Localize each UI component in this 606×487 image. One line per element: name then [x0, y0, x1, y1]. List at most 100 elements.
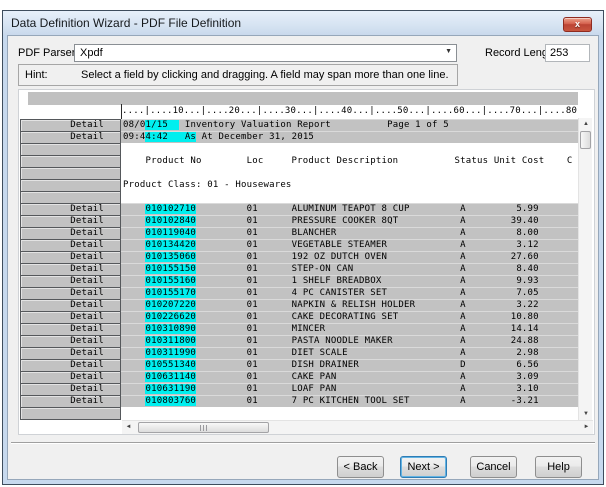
selected-field-highlight: 010551340: [145, 360, 196, 370]
triangle-up-icon: ▲: [583, 121, 589, 127]
grid-row[interactable]: Product No Loc Product Description Statu…: [20, 155, 593, 167]
row-text[interactable]: [121, 191, 579, 203]
horizontal-scrollbar[interactable]: ◄ ►: [122, 420, 593, 434]
record-length-input[interactable]: 253: [545, 44, 590, 62]
grid-row[interactable]: [20, 407, 593, 419]
grid-row[interactable]: Detail 010311990 01 DIET SCALE A 2.98: [20, 347, 593, 359]
row-text[interactable]: 010551340 01 DISH DRAINER D 6.56: [121, 359, 579, 371]
scroll-left-button[interactable]: ◄: [122, 421, 135, 434]
grid-row[interactable]: Product Class: 01 - Housewares: [20, 179, 593, 191]
horizontal-scrollbar-thumb[interactable]: [138, 422, 269, 433]
triangle-down-icon: ▼: [583, 411, 589, 417]
row-text[interactable]: 010119040 01 BLANCHER A 8.00: [121, 227, 579, 239]
row-text[interactable]: 010311800 01 PASTA NOODLE MAKER A 24.88: [121, 335, 579, 347]
grid-row[interactable]: Detail 010226620 01 CAKE DECORATING SET …: [20, 311, 593, 323]
grid-row[interactable]: Detail 010102710 01 ALUMINUM TEAPOT 8 CU…: [20, 203, 593, 215]
selected-field-highlight: 010102840: [145, 216, 196, 226]
grid-row[interactable]: Detail 010155170 01 4 PC CANISTER SET A …: [20, 287, 593, 299]
row-text[interactable]: 010311990 01 DIET SCALE A 2.98: [121, 347, 579, 359]
grid-row[interactable]: Detail 010134420 01 VEGETABLE STEAMER A …: [20, 239, 593, 251]
scroll-up-button[interactable]: ▲: [579, 118, 593, 130]
grid-rows: Detail08/01/15 Inventory Valuation Repor…: [20, 119, 593, 419]
row-text[interactable]: 010102710 01 ALUMINUM TEAPOT 8 CUP A 5.9…: [121, 203, 579, 215]
vertical-scrollbar-thumb[interactable]: [580, 131, 591, 149]
row-text[interactable]: 08/01/15 Inventory Valuation Report Page…: [121, 119, 579, 131]
row-text[interactable]: 010631140 01 CAKE PAN A 3.09: [121, 371, 579, 383]
pdf-parser-value: Xpdf: [80, 47, 103, 59]
selected-field-highlight: 010155160: [145, 276, 196, 286]
scroll-right-button[interactable]: ►: [580, 421, 593, 434]
grid-row[interactable]: [20, 191, 593, 203]
vertical-scrollbar[interactable]: ▲ ▼: [578, 118, 592, 420]
selected-field-highlight: 010135060: [145, 252, 196, 262]
next-button[interactable]: Next >: [400, 456, 447, 478]
grid-row[interactable]: Detail 010155160 01 1 SHELF BREADBOX A 9…: [20, 275, 593, 287]
row-text[interactable]: 010134420 01 VEGETABLE STEAMER A 3.12: [121, 239, 579, 251]
selected-field-highlight: 010102710: [145, 204, 196, 214]
pdf-parser-select[interactable]: Xpdf ▼: [74, 44, 457, 62]
selected-field-highlight: 010155170: [145, 288, 196, 298]
hint-box: Hint: Select a field by clicking and dra…: [18, 64, 458, 86]
scroll-down-button[interactable]: ▼: [579, 408, 593, 420]
row-text[interactable]: 010631190 01 LOAF PAN A 3.10: [121, 383, 579, 395]
row-text[interactable]: [121, 407, 579, 419]
row-text[interactable]: 010155170 01 4 PC CANISTER SET A 7.05: [121, 287, 579, 299]
selected-field-highlight: 1/15: [145, 120, 179, 130]
row-text[interactable]: 010226620 01 CAKE DECORATING SET A 10.80: [121, 311, 579, 323]
grid-row[interactable]: Detail 010135060 01 192 OZ DUTCH OVEN A …: [20, 251, 593, 263]
grid-row[interactable]: Detail 010119040 01 BLANCHER A 8.00: [20, 227, 593, 239]
dialog-client-area: PDF Parser Xpdf ▼ Record Length 253 Hint…: [7, 35, 599, 480]
row-label[interactable]: [20, 407, 121, 420]
close-button[interactable]: x: [563, 17, 592, 32]
row-text[interactable]: 010135060 01 192 OZ DUTCH OVEN A 27.60: [121, 251, 579, 263]
column-ruler: ....|....10...|....20...|....30...|....4…: [122, 105, 578, 118]
divider: [11, 442, 595, 444]
selected-field-highlight: 010155150: [145, 264, 196, 274]
selected-field-highlight: 010631140: [145, 372, 196, 382]
grid-row[interactable]: Detail09:44:42 As At December 31, 2015: [20, 131, 593, 143]
selected-field-highlight: 010134420: [145, 240, 196, 250]
row-text[interactable]: [121, 167, 579, 179]
grid-row[interactable]: [20, 167, 593, 179]
help-button[interactable]: Help: [535, 456, 582, 478]
row-text[interactable]: 010155150 01 STEP-ON CAN A 8.40: [121, 263, 579, 275]
row-text[interactable]: 010310890 01 MINCER A 14.14: [121, 323, 579, 335]
chevron-down-icon: ▼: [445, 48, 452, 55]
row-text[interactable]: [121, 143, 579, 155]
row-text[interactable]: 010803760 01 7 PC KITCHEN TOOL SET A -3.…: [121, 395, 579, 407]
window-title: Data Definition Wizard - PDF File Defini…: [11, 16, 241, 30]
grid-row[interactable]: Detail08/01/15 Inventory Valuation Repor…: [20, 119, 593, 131]
triangle-left-icon: ◄: [126, 424, 132, 430]
back-button[interactable]: < Back: [337, 456, 384, 478]
row-text[interactable]: 09:44:42 As At December 31, 2015: [121, 131, 579, 143]
triangle-right-icon: ►: [584, 424, 590, 430]
grid-row[interactable]: Detail 010207220 01 NAPKIN & RELISH HOLD…: [20, 299, 593, 311]
hint-label: Hint:: [25, 69, 48, 81]
grid-row[interactable]: Detail 010551340 01 DISH DRAINER D 6.56: [20, 359, 593, 371]
dialog-window: Data Definition Wizard - PDF File Defini…: [2, 10, 604, 485]
cancel-button[interactable]: Cancel: [470, 456, 517, 478]
pdf-preview-grid[interactable]: ....|....10...|....20...|....30...|....4…: [18, 89, 595, 435]
row-text[interactable]: 010102840 01 PRESSURE COOKER 8QT A 39.40: [121, 215, 579, 227]
label-column-divider: [121, 104, 122, 120]
grid-row[interactable]: Detail 010631190 01 LOAF PAN A 3.10: [20, 383, 593, 395]
selected-field-highlight: 010631190: [145, 384, 196, 394]
row-text[interactable]: 010155160 01 1 SHELF BREADBOX A 9.93: [121, 275, 579, 287]
selected-field-highlight: 010119040: [145, 228, 196, 238]
grid-row[interactable]: Detail 010803760 01 7 PC KITCHEN TOOL SE…: [20, 395, 593, 407]
grid-row[interactable]: [20, 143, 593, 155]
row-text[interactable]: Product Class: 01 - Housewares: [121, 179, 579, 191]
grid-row[interactable]: Detail 010155150 01 STEP-ON CAN A 8.40: [20, 263, 593, 275]
title-bar[interactable]: Data Definition Wizard - PDF File Defini…: [3, 11, 603, 35]
selected-field-highlight: 4:42 As: [145, 132, 196, 142]
row-text[interactable]: 010207220 01 NAPKIN & RELISH HOLDER A 3.…: [121, 299, 579, 311]
selected-field-highlight: 010311990: [145, 348, 196, 358]
row-text[interactable]: Product No Loc Product Description Statu…: [121, 155, 579, 167]
grid-row[interactable]: Detail 010102840 01 PRESSURE COOKER 8QT …: [20, 215, 593, 227]
grid-row[interactable]: Detail 010310890 01 MINCER A 14.14: [20, 323, 593, 335]
hint-text: Select a field by clicking and dragging.…: [81, 69, 449, 81]
pdf-parser-label: PDF Parser: [18, 47, 75, 59]
grid-row[interactable]: Detail 010311800 01 PASTA NOODLE MAKER A…: [20, 335, 593, 347]
selected-field-highlight: 010803760: [145, 396, 196, 406]
grid-row[interactable]: Detail 010631140 01 CAKE PAN A 3.09: [20, 371, 593, 383]
